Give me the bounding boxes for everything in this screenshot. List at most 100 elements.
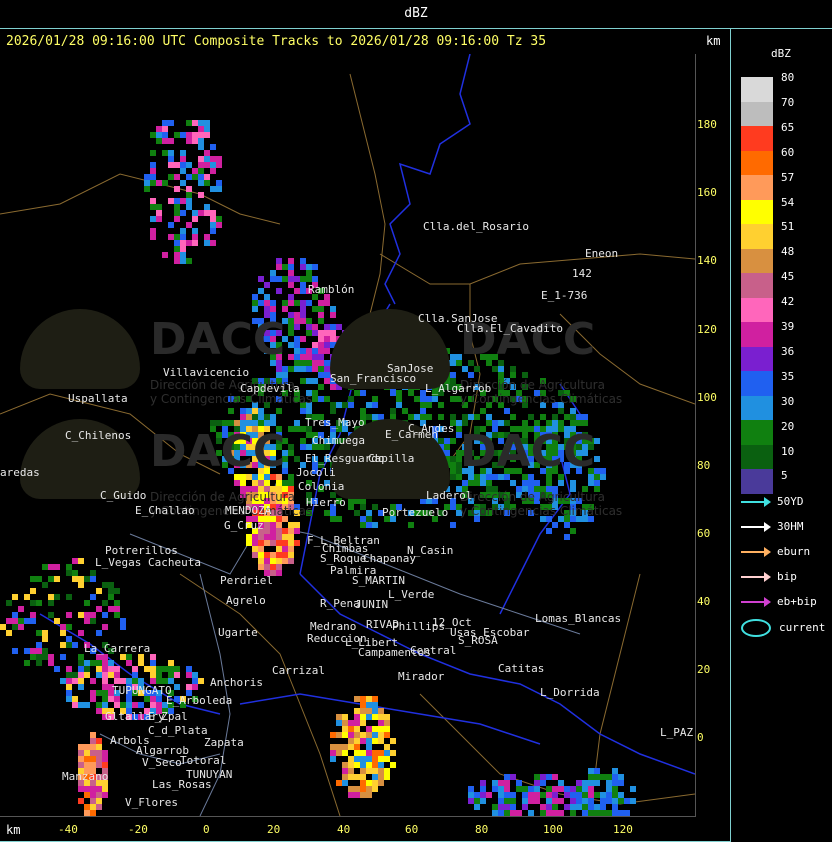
y-tick-label: 60 [697,527,711,540]
echo-pixel [282,558,288,564]
echo-pixel [534,780,540,786]
echo-pixel [600,792,606,798]
echo-pixel [12,612,18,618]
echo-pixel [294,354,300,360]
echo-pixel [354,696,360,702]
echo-pixel [48,660,54,666]
echo-pixel [330,756,336,762]
echo-pixel [186,186,192,192]
echo-pixel [360,696,366,702]
watermark-text-3: DACC [150,426,286,477]
echo-pixel [600,804,606,810]
echo-pixel [288,324,294,330]
place-label: L_Verde [388,588,435,601]
echo-pixel [204,180,210,186]
echo-pixel [372,786,378,792]
echo-pixel [204,204,210,210]
echo-pixel [294,456,300,462]
echo-pixel [318,312,324,318]
echo-pixel [252,546,258,552]
echo-pixel [552,774,558,780]
echo-pixel [582,810,588,816]
echo-pixel [570,798,576,804]
echo-pixel [156,126,162,132]
echo-pixel [600,474,606,480]
echo-pixel [318,354,324,360]
echo-pixel [72,678,78,684]
echo-pixel [600,798,606,804]
echo-pixel [264,534,270,540]
echo-pixel [282,534,288,540]
echo-pixel [276,528,282,534]
echo-pixel [180,168,186,174]
echo-pixel [30,612,36,618]
echo-pixel [156,672,162,678]
echo-pixel [384,720,390,726]
echo-pixel [504,774,510,780]
echo-pixel [252,306,258,312]
echo-pixel [156,666,162,672]
radar-plot-area[interactable]: DACC Dirección de Agricultura y Continge… [0,54,696,817]
echo-pixel [330,516,336,522]
echo-pixel [378,780,384,786]
echo-pixel [372,750,378,756]
echo-pixel [480,780,486,786]
echo-pixel [330,744,336,750]
echo-pixel [288,342,294,348]
track-legend-item: eburn [741,545,810,558]
echo-pixel [504,780,510,786]
echo-pixel [276,366,282,372]
echo-pixel [360,780,366,786]
echo-pixel [276,546,282,552]
echo-pixel [192,174,198,180]
echo-pixel [300,300,306,306]
echo-pixel [144,666,150,672]
echo-pixel [624,810,630,816]
echo-pixel [276,570,282,576]
y-tick-label: 160 [697,186,717,199]
echo-pixel [162,126,168,132]
place-label: E_Arboleda [166,694,233,707]
echo-pixel [198,132,204,138]
echo-pixel [450,414,456,420]
echo-pixel [24,660,30,666]
echo-pixel [348,504,354,510]
echo-pixel [96,756,102,762]
echo-pixel [66,612,72,618]
echo-pixel [48,600,54,606]
echo-pixel [96,750,102,756]
echo-pixel [414,396,420,402]
echo-pixel [366,756,372,762]
echo-pixel [36,600,42,606]
echo-pixel [318,372,324,378]
echo-pixel [546,528,552,534]
echo-pixel [258,408,264,414]
echo-pixel [108,582,114,588]
y-tick-label: 100 [697,391,717,404]
echo-pixel [588,780,594,786]
echo-pixel [210,156,216,162]
echo-pixel [588,774,594,780]
echo-pixel [480,792,486,798]
echo-pixel [192,228,198,234]
echo-pixel [576,786,582,792]
echo-pixel [522,798,528,804]
echo-pixel [558,798,564,804]
echo-pixel [48,564,54,570]
echo-pixel [480,786,486,792]
echo-pixel [180,228,186,234]
echo-pixel [492,786,498,792]
echo-pixel [90,612,96,618]
echo-pixel [102,672,108,678]
echo-pixel [276,552,282,558]
echo-pixel [96,738,102,744]
echo-pixel [114,666,120,672]
echo-pixel [558,408,564,414]
echo-pixel [522,786,528,792]
watermark-subtext-4a: Dirección de Agricultura [460,490,605,504]
echo-pixel [468,798,474,804]
echo-pixel [564,804,570,810]
echo-pixel [66,672,72,678]
echo-pixel [156,180,162,186]
echo-pixel [312,306,318,312]
